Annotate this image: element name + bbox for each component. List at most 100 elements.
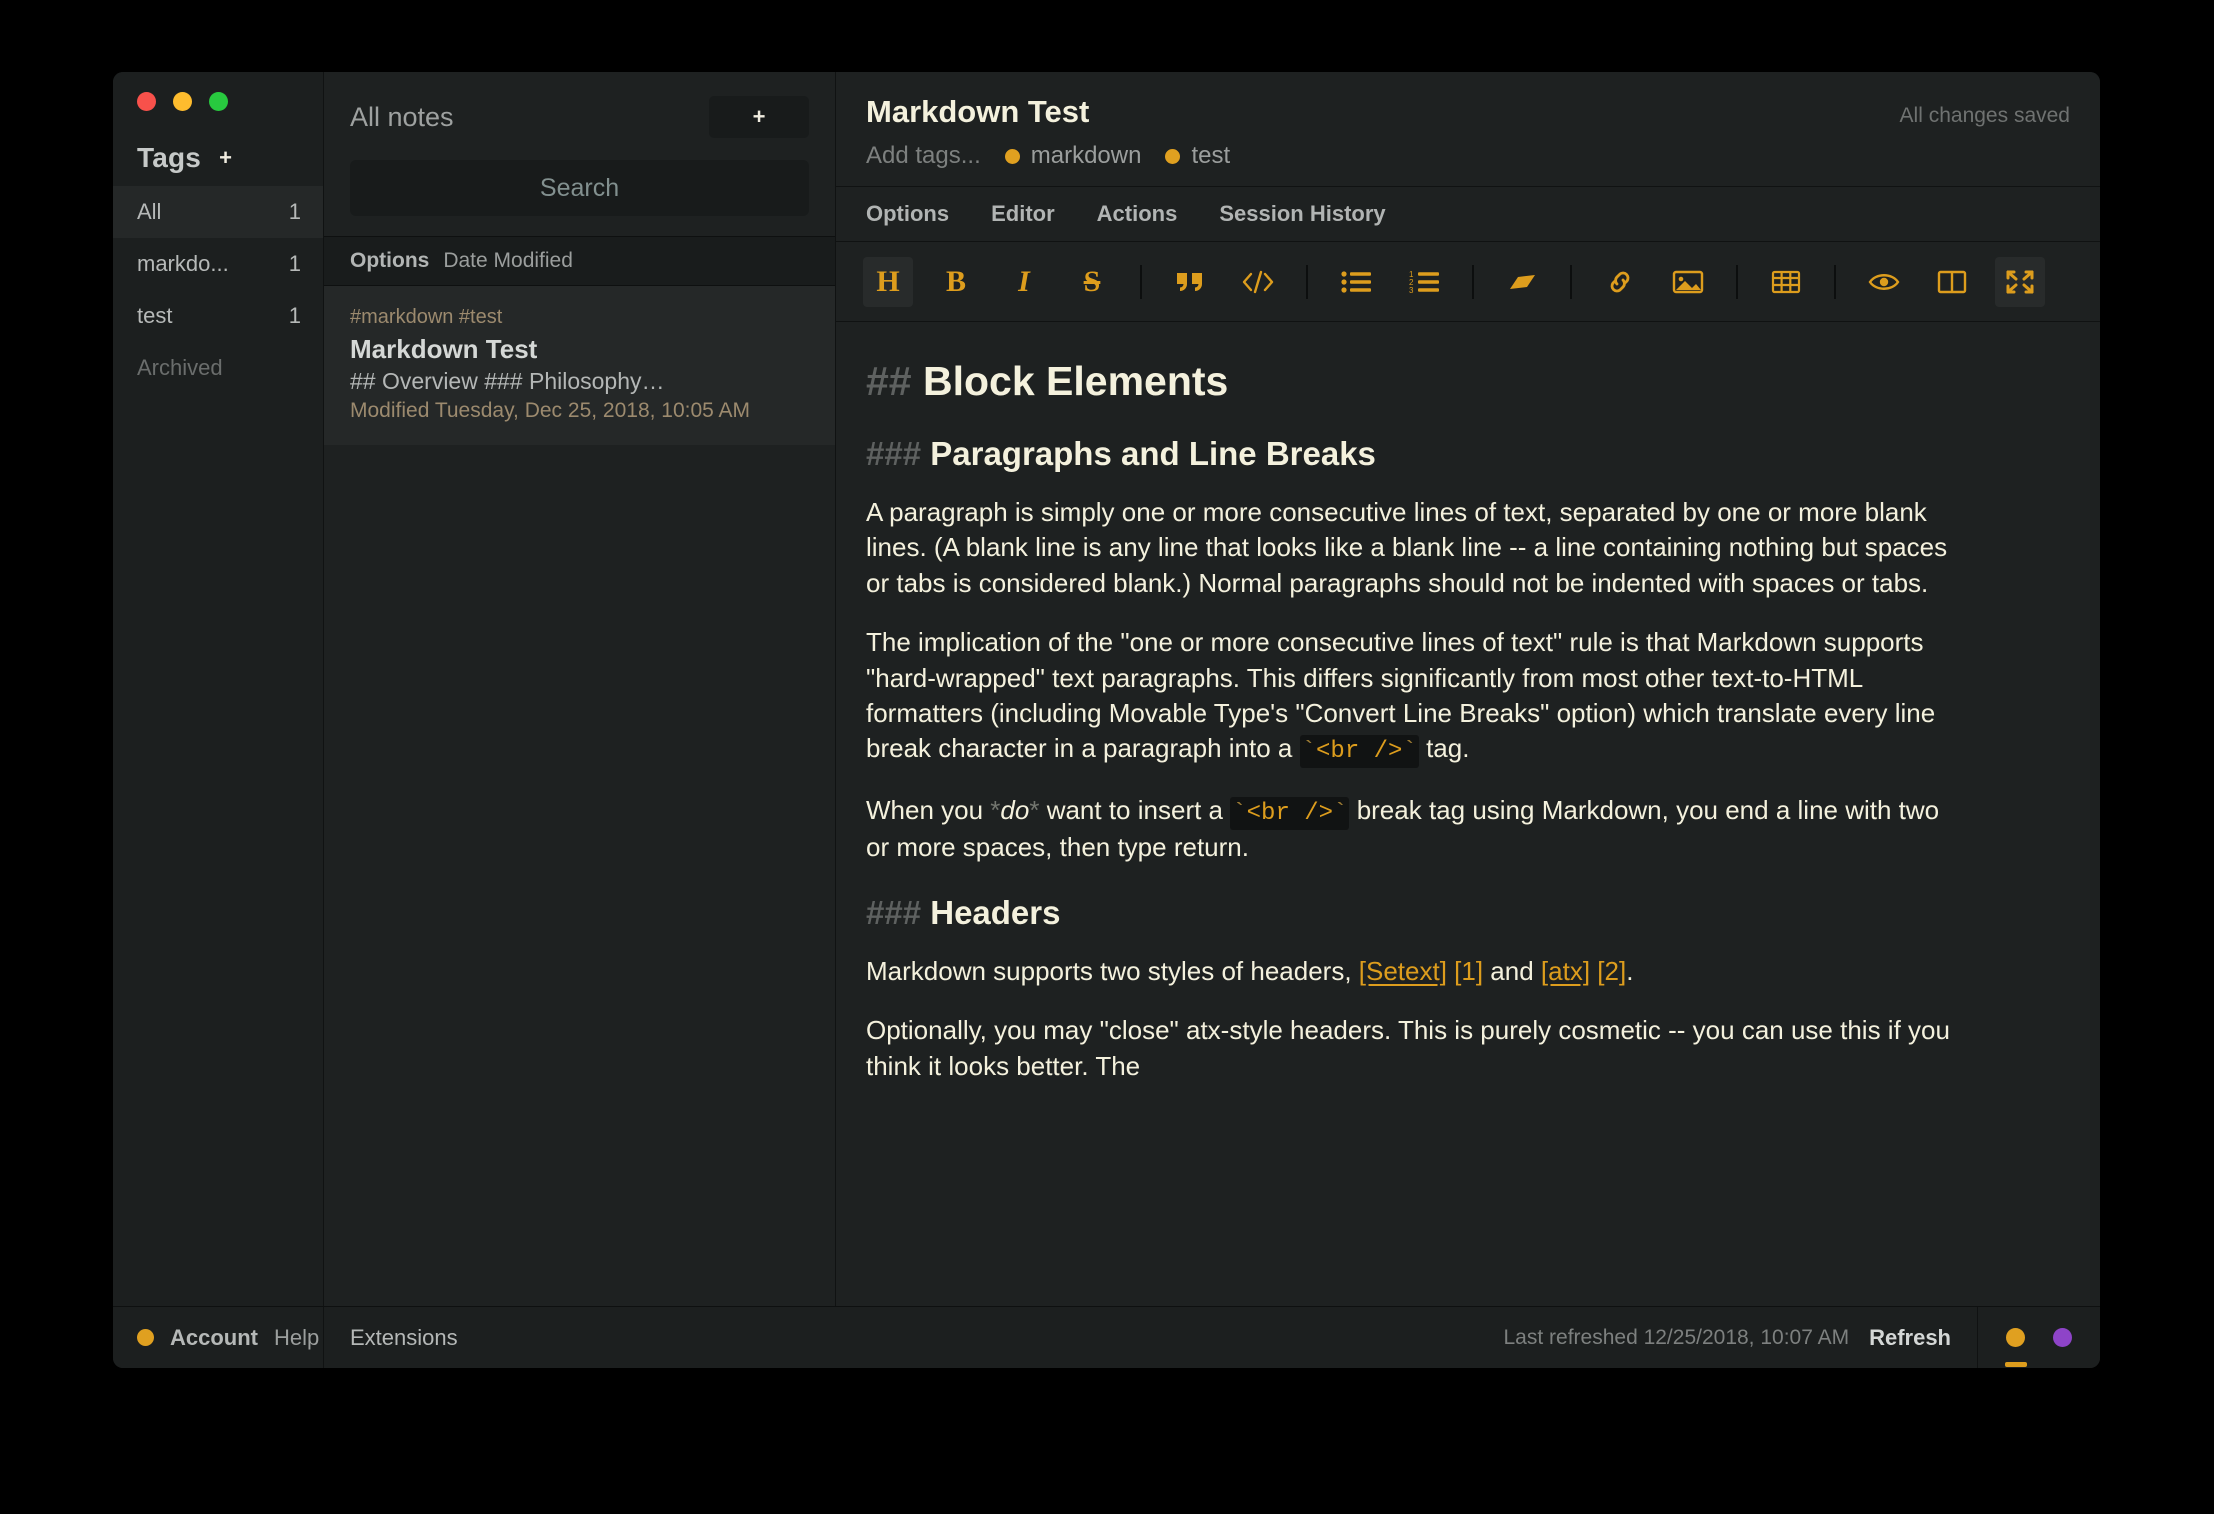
tag-chip-markdown[interactable]: markdown xyxy=(1004,142,1142,170)
strikethrough-icon[interactable]: S xyxy=(1067,257,1117,307)
list-item[interactable]: #markdown #test Markdown Test ## Overvie… xyxy=(324,286,835,445)
bold-icon[interactable]: B xyxy=(931,257,981,307)
sidebar-item-test[interactable]: test 1 xyxy=(113,290,323,342)
sidebar-item-archived[interactable]: Archived xyxy=(113,342,323,394)
sidebar-item-all[interactable]: All 1 xyxy=(113,186,323,238)
minimize-window-button[interactable] xyxy=(173,91,192,111)
notes-header-row: All notes + xyxy=(350,92,809,142)
account-status-dot-icon xyxy=(137,1329,154,1346)
code-icon[interactable] xyxy=(1233,257,1283,307)
notes-panel-header: All notes + Search xyxy=(324,72,835,216)
refresh-button[interactable]: Refresh xyxy=(1869,1325,1951,1351)
tag-chip-test[interactable]: test xyxy=(1165,142,1230,170)
markdown-editor-content[interactable]: ## Block Elements ### Paragraphs and Lin… xyxy=(836,322,2100,1306)
sidebar-item-markdown[interactable]: markdo... 1 xyxy=(113,238,323,290)
tag-chip-label: test xyxy=(1191,142,1231,169)
tags-title: Tags xyxy=(137,142,202,173)
status-indicators xyxy=(1977,1307,2100,1368)
inline-code-text: <br /> xyxy=(1316,738,1403,766)
reference-2: [2] xyxy=(1590,955,1627,986)
heading-text: Headers xyxy=(930,893,1061,931)
menu-item-session-history[interactable]: Session History xyxy=(1219,201,1385,227)
status-bar-left: Account Help xyxy=(113,1307,324,1368)
new-note-button[interactable]: + xyxy=(709,96,809,138)
link-icon[interactable] xyxy=(1595,257,1645,307)
save-status-label: All changes saved xyxy=(1899,104,2070,127)
backtick: ` xyxy=(1402,738,1417,766)
backtick: ` xyxy=(1232,799,1247,827)
paragraph-3-text-b: want to insert a xyxy=(1039,794,1231,825)
highlighter-icon[interactable] xyxy=(1497,257,1547,307)
account-button[interactable]: Account xyxy=(170,1325,258,1351)
amber-indicator[interactable] xyxy=(2004,1328,2027,1367)
blockquote-icon[interactable] xyxy=(1165,257,1215,307)
menu-item-actions[interactable]: Actions xyxy=(1097,201,1178,227)
inline-code-br-2: `<br />` xyxy=(1230,796,1350,830)
status-bar-right: Last refreshed 12/25/2018, 10:07 AM Refr… xyxy=(1504,1307,1978,1368)
window-traffic-lights xyxy=(113,72,323,130)
paragraph-1: A paragraph is simply one or more consec… xyxy=(866,497,1948,598)
amber-indicator-bar xyxy=(2004,1362,2027,1367)
heading-glyph: H xyxy=(876,264,900,298)
split-view-icon[interactable] xyxy=(1927,257,1977,307)
heading-marker: ### xyxy=(866,435,922,473)
notes-sort-label[interactable]: Date Modified xyxy=(443,249,573,273)
notes-list-panel: All notes + Search Options Date Modified… xyxy=(324,72,836,1306)
italic-glyph: I xyxy=(1018,264,1030,298)
heading-headers: ### Headers xyxy=(866,894,2070,932)
bullet-list-icon[interactable] xyxy=(1331,257,1381,307)
notes-options-button[interactable]: Options xyxy=(350,249,429,273)
sidebar-item-label: markdo... xyxy=(137,251,229,276)
editor-title-row: Markdown Test All changes saved xyxy=(866,94,2070,130)
paragraph-3-text-a: When you xyxy=(866,794,991,825)
heading-icon[interactable]: H xyxy=(863,256,913,307)
menu-item-options[interactable]: Options xyxy=(866,201,949,227)
purple-indicator-dot-icon xyxy=(2053,1328,2072,1347)
note-title: Markdown Test xyxy=(350,334,538,364)
backtick: ` xyxy=(1333,799,1348,827)
fullscreen-icon[interactable] xyxy=(1995,256,2045,307)
add-tag-button[interactable]: + xyxy=(219,147,232,169)
tags-header: Tags + xyxy=(113,130,323,186)
emphasis-marker-open: * xyxy=(990,794,1001,825)
tag-chip-label: markdown xyxy=(1030,142,1142,169)
sidebar-item-count: 1 xyxy=(288,303,301,328)
heading-block-elements: ## Block Elements xyxy=(866,358,2070,405)
toolbar-separator xyxy=(1306,264,1308,299)
heading-paragraphs-and-line-breaks: ### Paragraphs and Line Breaks xyxy=(866,435,2070,473)
reference-1: [1] xyxy=(1446,955,1484,986)
tags-sidebar: Tags + All 1 markdo... 1 test 1 Archived xyxy=(113,72,324,1306)
toolbar-separator xyxy=(1736,264,1738,299)
paragraph-4-text-a: Markdown supports two styles of headers, xyxy=(866,955,1359,986)
maximize-window-button[interactable] xyxy=(209,91,228,111)
menu-item-editor[interactable]: Editor xyxy=(991,201,1055,227)
purple-indicator[interactable] xyxy=(2053,1328,2072,1347)
toolbar-separator xyxy=(1472,264,1474,299)
link-setext[interactable]: [Setext] xyxy=(1359,956,1447,986)
add-tags-input[interactable]: Add tags... xyxy=(866,142,981,170)
note-tags: #markdown #test xyxy=(350,306,503,328)
emphasis-text: do xyxy=(1000,794,1030,825)
paragraph-3: When you *do* want to insert a `<br />` … xyxy=(866,793,1956,866)
app-window: Tags + All 1 markdo... 1 test 1 Archived xyxy=(113,72,2100,1368)
search-input[interactable]: Search xyxy=(350,160,809,216)
inline-code-br-1: `<br />` xyxy=(1299,735,1419,769)
table-icon[interactable] xyxy=(1761,257,1811,307)
tag-color-dot-icon xyxy=(1165,148,1181,164)
close-window-button[interactable] xyxy=(137,91,156,111)
italic-icon[interactable]: I xyxy=(999,257,1049,307)
note-excerpt: ## Overview ### Philosophy… xyxy=(350,368,665,394)
heading-marker: ## xyxy=(866,358,912,404)
sidebar-item-label: Archived xyxy=(137,355,223,380)
strikethrough-glyph: S xyxy=(1083,264,1101,298)
link-atx[interactable]: [atx] xyxy=(1541,956,1590,986)
page-title[interactable]: Markdown Test xyxy=(866,94,1089,130)
extensions-button[interactable]: Extensions xyxy=(350,1325,458,1351)
heading-text: Block Elements xyxy=(923,358,1229,404)
image-icon[interactable] xyxy=(1663,257,1713,307)
preview-eye-icon[interactable] xyxy=(1859,257,1909,307)
all-notes-title: All notes xyxy=(350,101,454,132)
help-button[interactable]: Help xyxy=(274,1325,319,1351)
numbered-list-icon[interactable]: 1 2 3 xyxy=(1399,257,1449,307)
editor-menu-bar: Options Editor Actions Session History xyxy=(836,187,2100,242)
